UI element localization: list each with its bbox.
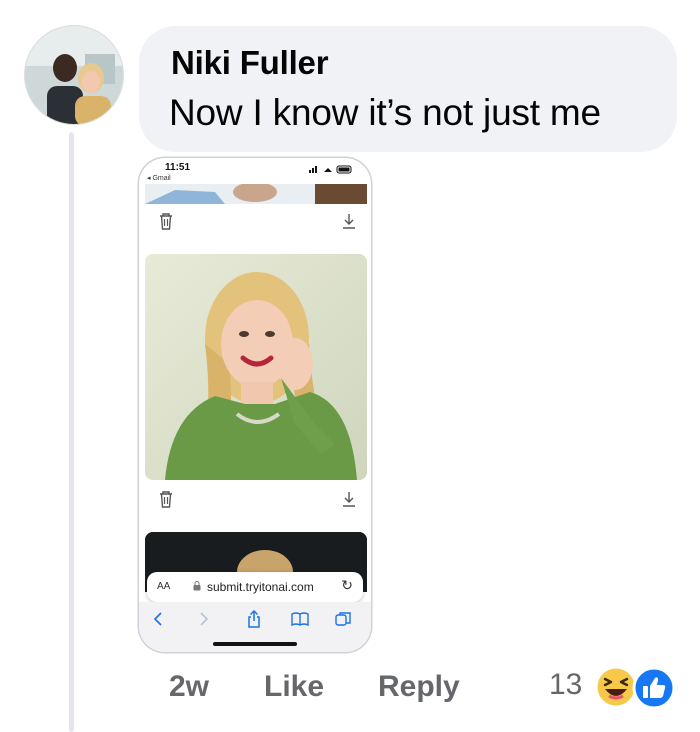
like-icon[interactable] [632,666,676,715]
reply-button[interactable]: Reply [378,670,460,704]
trash-icon[interactable] [159,490,173,513]
forward-icon[interactable] [199,612,209,631]
previous-photo-strip [145,184,367,204]
share-icon[interactable] [247,609,261,633]
reader-aa-button[interactable]: AA [157,581,170,592]
download-icon[interactable] [341,490,357,513]
trash-icon[interactable] [159,212,173,235]
url-text: submit.tryitonai.com [207,580,314,594]
address-bar[interactable]: AA submit.tryitonai.com ↻ [147,572,363,602]
home-indicator [213,642,297,646]
avatar[interactable] [25,26,123,124]
status-back-app: ◂ Gmail [147,175,171,182]
download-icon[interactable] [341,212,357,235]
comment-author[interactable]: Niki Fuller [171,44,329,82]
reload-icon[interactable]: ↻ [341,577,353,594]
reaction-count[interactable]: 13 [549,668,582,702]
thread-line [69,132,74,732]
comment-text: Now I know it’s not just me [169,92,601,133]
status-time: 11:51 [165,162,191,173]
attached-screenshot[interactable]: 11:51 ◂ Gmail AA submit.tryitonai.com ↻ [139,158,371,652]
bookmarks-icon[interactable] [291,612,309,631]
like-button[interactable]: Like [264,670,324,704]
portrait-photo[interactable] [145,254,367,480]
lock-icon [193,581,201,594]
signal-wifi-battery-icon [309,165,352,174]
comment-age[interactable]: 2w [169,670,209,704]
tabs-icon[interactable] [335,611,351,632]
avatar-photo [25,26,123,124]
back-icon[interactable] [153,612,163,631]
status-icons [309,164,357,176]
